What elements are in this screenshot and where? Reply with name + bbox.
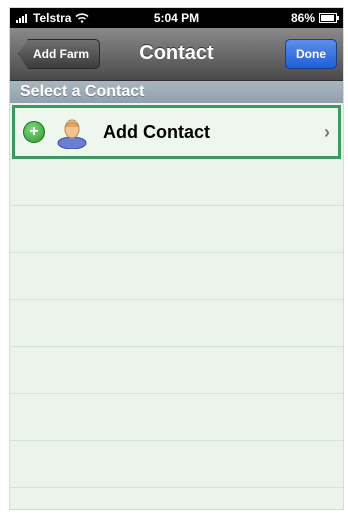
add-contact-label: Add Contact	[103, 122, 210, 142]
list-item	[10, 206, 343, 253]
list-item	[10, 300, 343, 347]
status-bar: Telstra 5:04 PM 86%	[10, 8, 343, 28]
person-icon	[57, 119, 87, 149]
battery-percentage: 86%	[290, 11, 315, 25]
plus-circle-icon: +	[23, 121, 45, 143]
navigation-bar: Add Farm Contact Done	[10, 28, 343, 81]
list-item	[10, 347, 343, 394]
phone-screen: Telstra 5:04 PM 86% Add Farm Contact Don…	[10, 8, 343, 509]
list-item	[10, 253, 343, 300]
add-contact-row[interactable]: + Add Contact ›	[12, 105, 341, 159]
done-button[interactable]: Done	[285, 39, 337, 69]
list-item	[10, 441, 343, 488]
battery-icon	[319, 13, 339, 23]
battery-info: 86%	[290, 11, 339, 25]
list-item	[10, 159, 343, 206]
list-item	[10, 394, 343, 441]
chevron-right-icon: ›	[324, 122, 330, 142]
contact-list	[10, 159, 343, 509]
section-header: Select a Contact	[10, 81, 343, 103]
